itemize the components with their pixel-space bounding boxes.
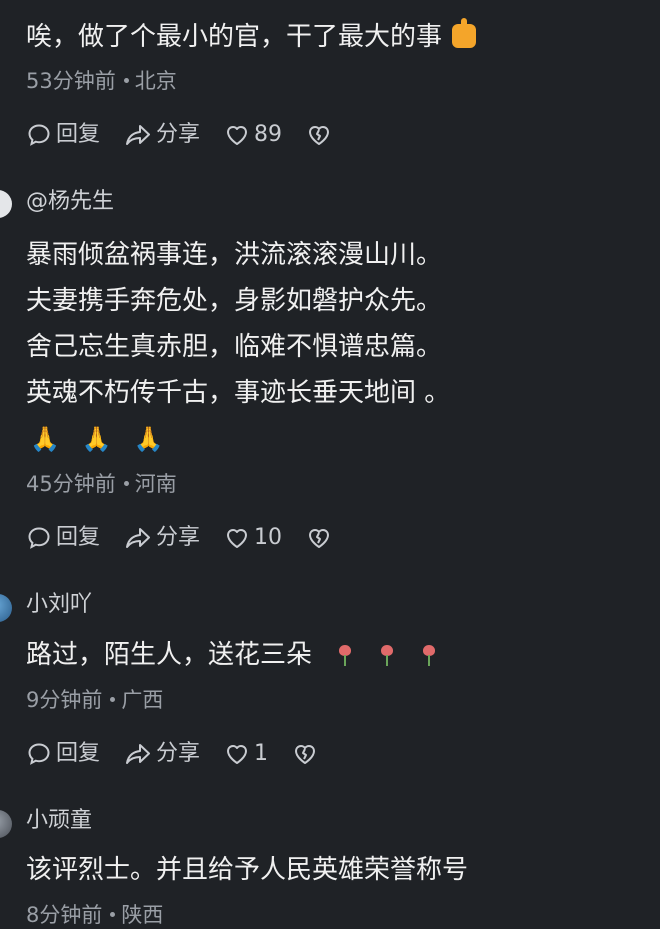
praying-hands-icon: 🙏	[133, 425, 164, 453]
like-button[interactable]: 1	[224, 740, 268, 768]
like-button[interactable]: 10	[224, 524, 282, 552]
separator-dot	[123, 78, 129, 83]
separator-dot	[110, 912, 116, 917]
reply-button[interactable]: 回复	[26, 524, 100, 552]
share-arrow-icon	[126, 125, 151, 145]
comment-meta: 53分钟前 北京	[26, 67, 177, 95]
comment-location: 河南	[134, 472, 177, 496]
emoji-row: 🙏 🙏 🙏	[30, 424, 164, 454]
heart-icon	[227, 529, 248, 548]
avatar[interactable]	[0, 190, 12, 218]
comment-time: 9分钟前	[26, 688, 103, 712]
rose-icon	[420, 644, 438, 667]
separator-dot	[110, 697, 116, 702]
share-button[interactable]: 分享	[124, 524, 200, 552]
comment-bubble-icon	[28, 743, 50, 765]
comment-actions: 回复 分享 10	[26, 522, 356, 554]
comment-meta: 45分钟前 河南	[26, 470, 177, 498]
share-label: 分享	[156, 525, 201, 550]
comment-text-line: 舍己忘生真赤胆，临难不惧谱忠篇。	[26, 332, 443, 362]
comment-meta: 8分钟前 陕西	[26, 901, 163, 929]
thumbs-up-icon	[452, 18, 477, 48]
broken-heart-icon	[309, 529, 330, 548]
reply-label: 回复	[56, 741, 101, 766]
praying-hands-icon: 🙏	[81, 425, 112, 453]
like-count: 10	[254, 525, 283, 550]
avatar[interactable]	[0, 810, 12, 838]
like-count: 1	[254, 741, 269, 766]
share-button[interactable]: 分享	[124, 740, 200, 768]
heart-icon	[227, 745, 248, 764]
comment-bubble-icon	[28, 124, 50, 146]
comment-text: 唉，做了个最小的官，干了最大的事	[26, 18, 477, 54]
reply-button[interactable]: 回复	[26, 740, 100, 768]
comment-actions: 回复 分享 89	[26, 119, 356, 151]
reply-button[interactable]: 回复	[26, 121, 100, 149]
share-label: 分享	[156, 741, 201, 766]
share-label: 分享	[156, 122, 201, 147]
broken-heart-icon	[295, 745, 316, 764]
comment-time: 53分钟前	[26, 69, 116, 93]
share-arrow-icon	[126, 528, 151, 548]
comment-location: 广西	[121, 688, 164, 712]
dislike-button[interactable]	[306, 122, 332, 148]
comment-text-line: 该评烈士。并且给予人民英雄荣誉称号	[26, 855, 469, 885]
separator-dot	[123, 481, 129, 486]
praying-hands-icon: 🙏	[30, 425, 60, 453]
reply-label: 回复	[56, 525, 101, 550]
comment-actions: 回复 分享 1	[26, 738, 342, 770]
avatar[interactable]	[0, 594, 12, 622]
comment-text-line: 夫妻携手奔危处，身影如磐护众先。	[26, 286, 443, 316]
broken-heart-icon	[309, 126, 330, 145]
dislike-button[interactable]	[306, 525, 332, 551]
dislike-button[interactable]	[292, 741, 318, 767]
like-button[interactable]: 89	[224, 121, 282, 149]
comment-location: 陕西	[121, 903, 164, 927]
comment-bubble-icon	[28, 527, 50, 549]
reply-label: 回复	[56, 122, 101, 147]
heart-icon	[227, 126, 248, 145]
comment-text-line: 唉，做了个最小的官，干了最大的事	[26, 22, 443, 52]
share-button[interactable]: 分享	[124, 121, 200, 149]
share-arrow-icon	[126, 744, 151, 764]
comment-text: 路过，陌生人，送花三朵	[26, 638, 438, 672]
rose-icon	[336, 644, 354, 667]
rose-icon	[378, 644, 396, 667]
comment-time: 45分钟前	[26, 472, 116, 496]
comment-location: 北京	[134, 69, 177, 93]
comment-username[interactable]: 小刘吖	[26, 591, 92, 619]
comment-username[interactable]: @杨先生	[26, 188, 114, 216]
comment-text-line: 暴雨倾盆祸事连，洪流滚滚漫山川。	[26, 240, 443, 270]
comment-feed: 唉，做了个最小的官，干了最大的事 53分钟前 北京 回复 分享 89 @杨先生 …	[0, 0, 660, 927]
comment-text-line: 路过，陌生人，送花三朵	[26, 640, 313, 670]
comment-text-line: 英魂不朽传千古，事迹长垂天地间 。	[26, 378, 451, 408]
comment-time: 8分钟前	[26, 903, 103, 927]
comment-meta: 9分钟前 广西	[26, 686, 163, 714]
comment-username[interactable]: 小顽童	[26, 807, 92, 835]
like-count: 89	[254, 122, 283, 147]
